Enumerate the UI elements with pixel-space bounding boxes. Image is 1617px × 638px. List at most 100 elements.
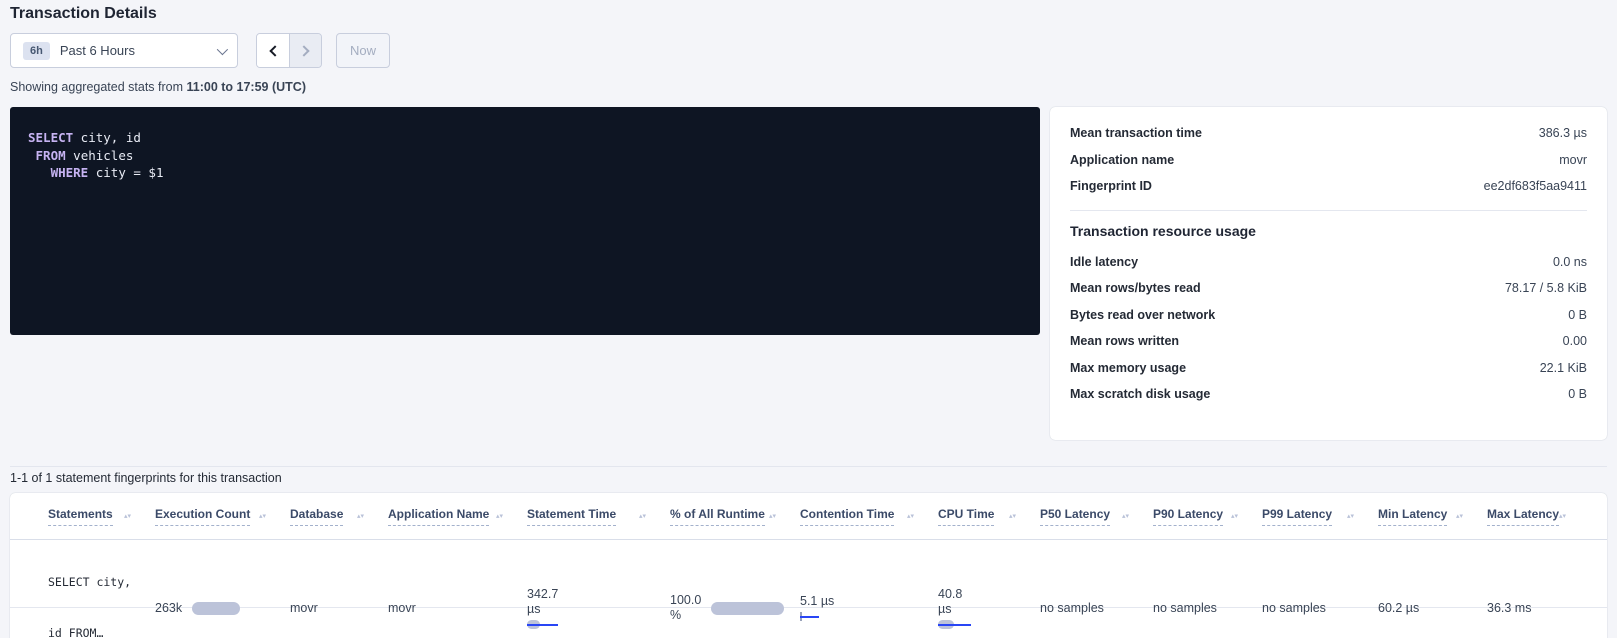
summary-label: Application name xyxy=(1070,153,1174,167)
resource-value: 22.1 KiB xyxy=(1540,361,1587,375)
sort-icon[interactable]: ▴▾ xyxy=(1559,514,1566,519)
statement-time-cell: 342.7 µs xyxy=(527,587,670,630)
divider xyxy=(1070,210,1587,211)
sql-line: FROM vehicles xyxy=(28,147,1022,165)
statement-time-bar xyxy=(527,620,561,630)
resource-row: Mean rows/bytes read 78.17 / 5.8 KiB xyxy=(1070,275,1587,302)
column-label: Application Name xyxy=(388,507,489,526)
column-header-cpu-time[interactable]: CPU Time ▴▾ xyxy=(938,507,1040,526)
previous-time-button[interactable] xyxy=(257,34,289,67)
statement-time-value: 342.7 xyxy=(527,587,654,602)
application-name-cell: movr xyxy=(388,601,527,615)
sort-icon[interactable]: ▴▾ xyxy=(907,514,914,519)
p50-latency-cell: no samples xyxy=(1040,601,1153,615)
resource-label: Max scratch disk usage xyxy=(1070,387,1210,401)
statement-link[interactable]: SELECT city, id FROM… xyxy=(48,540,155,638)
contention-time-bar xyxy=(800,612,822,622)
resource-label: Bytes read over network xyxy=(1070,308,1215,322)
sort-icon[interactable]: ▴▾ xyxy=(259,514,266,519)
pct-runtime-cell: 100.0 % xyxy=(670,593,800,623)
resource-label: Mean rows written xyxy=(1070,334,1179,348)
summary-row: Fingerprint ID ee2df683f5aa9411 xyxy=(1070,173,1587,200)
column-header-max-latency[interactable]: Max Latency▴▾ xyxy=(1487,507,1590,526)
column-label: Contention Time xyxy=(800,507,894,526)
sort-icon[interactable]: ▴▾ xyxy=(1122,514,1129,519)
column-label: P99 Latency xyxy=(1262,507,1332,526)
column-label: Statement Time xyxy=(527,507,616,526)
cpu-time-cell: 40.8 µs xyxy=(938,587,1040,630)
sort-icon[interactable]: ▴▾ xyxy=(1456,514,1463,519)
resource-row: Max memory usage 22.1 KiB xyxy=(1070,355,1587,382)
time-nav-group xyxy=(256,33,322,68)
stats-prefix: Showing aggregated stats from xyxy=(10,80,187,94)
resource-row: Bytes read over network 0 B xyxy=(1070,302,1587,329)
column-label: P90 Latency xyxy=(1153,507,1223,526)
column-header-contention-time[interactable]: Contention Time ▴▾ xyxy=(800,507,938,526)
chevron-right-icon xyxy=(298,45,309,56)
resource-value: 0.0 ns xyxy=(1553,255,1587,269)
column-label: Min Latency xyxy=(1378,507,1447,526)
sort-icon[interactable]: ▴▾ xyxy=(1231,514,1238,519)
resource-usage-title: Transaction resource usage xyxy=(1070,223,1587,239)
max-latency-cell: 36.3 ms xyxy=(1487,601,1587,615)
execution-count-bar xyxy=(192,602,240,615)
sql-line: SELECT city, id xyxy=(28,129,1022,147)
stats-range: 11:00 to 17:59 (UTC) xyxy=(187,80,306,94)
divider xyxy=(10,466,1607,467)
pct-runtime-unit: % xyxy=(670,608,701,623)
table-row: SELECT city, id FROM… 263k movr movr 342… xyxy=(10,540,1607,608)
resource-label: Max memory usage xyxy=(1070,361,1186,375)
summary-row: Mean transaction time 386.3 µs xyxy=(1070,120,1587,147)
column-header-p50-latency[interactable]: P50 Latency▴▾ xyxy=(1040,507,1153,526)
resource-label: Idle latency xyxy=(1070,255,1138,269)
summary-row: Application name movr xyxy=(1070,147,1587,174)
p90-latency-cell: no samples xyxy=(1153,601,1262,615)
aggregated-stats-caption: Showing aggregated stats from 11:00 to 1… xyxy=(10,80,306,94)
execution-count-cell: 263k xyxy=(155,601,290,615)
sql-statement-box: SELECT city, id FROM vehicles WHERE city… xyxy=(10,107,1040,335)
column-label: CPU Time xyxy=(938,507,994,526)
summary-label: Mean transaction time xyxy=(1070,126,1202,140)
resource-value: 0 B xyxy=(1568,387,1587,401)
column-header-statement-time[interactable]: Statement Time ▴▾ xyxy=(527,507,670,526)
now-button[interactable]: Now xyxy=(336,33,390,68)
column-header-min-latency[interactable]: Min Latency ▴▾ xyxy=(1378,507,1487,526)
resource-row: Max scratch disk usage 0 B xyxy=(1070,381,1587,408)
table-header-row: Statements ▴▾ Execution Count ▴▾ Database▴… xyxy=(10,493,1607,540)
contention-time-value: 5.1 µs xyxy=(800,594,922,609)
column-header-pct-runtime[interactable]: % of All Runtime▴▾ xyxy=(670,507,800,526)
statement-line: id FROM… xyxy=(48,625,139,638)
p99-latency-cell: no samples xyxy=(1262,601,1378,615)
resource-value: 78.17 / 5.8 KiB xyxy=(1505,281,1587,295)
column-label: Execution Count xyxy=(155,507,250,526)
column-header-database[interactable]: Database▴▾ xyxy=(290,507,388,526)
column-header-p90-latency[interactable]: P90 Latency ▴▾ xyxy=(1153,507,1262,526)
time-range-label: Past 6 Hours xyxy=(60,43,211,58)
sql-line: WHERE city = $1 xyxy=(28,164,1022,182)
sort-icon[interactable]: ▴▾ xyxy=(496,514,503,519)
column-header-p99-latency[interactable]: P99 Latency ▴▾ xyxy=(1262,507,1378,526)
column-header-execution-count[interactable]: Execution Count ▴▾ xyxy=(155,507,290,526)
statements-table: Statements ▴▾ Execution Count ▴▾ Database▴… xyxy=(10,493,1607,638)
cpu-time-value: 40.8 xyxy=(938,587,1024,602)
sort-icon[interactable]: ▴▾ xyxy=(124,514,131,519)
statement-time-unit: µs xyxy=(527,602,654,617)
column-label: Statements xyxy=(48,507,113,526)
column-header-statements[interactable]: Statements ▴▾ xyxy=(48,507,155,526)
chevron-left-icon xyxy=(269,45,280,56)
resource-label: Mean rows/bytes read xyxy=(1070,281,1201,295)
sort-icon[interactable]: ▴▾ xyxy=(1347,514,1354,519)
column-label: Max Latency xyxy=(1487,507,1559,526)
contention-time-cell: 5.1 µs xyxy=(800,594,938,622)
database-cell: movr xyxy=(290,601,388,615)
summary-label: Fingerprint ID xyxy=(1070,179,1152,193)
sort-icon[interactable]: ▴▾ xyxy=(769,514,776,519)
sort-icon[interactable]: ▴▾ xyxy=(1009,514,1016,519)
time-range-dropdown[interactable]: 6h Past 6 Hours xyxy=(10,33,238,68)
next-time-button[interactable] xyxy=(289,34,321,67)
transaction-summary-card: Mean transaction time 386.3 µs Applicati… xyxy=(1050,107,1607,440)
column-header-application-name[interactable]: Application Name ▴▾ xyxy=(388,507,527,526)
pct-runtime-bar xyxy=(711,602,784,615)
sort-icon[interactable]: ▴▾ xyxy=(357,514,364,519)
sort-icon[interactable]: ▴▾ xyxy=(639,514,646,519)
